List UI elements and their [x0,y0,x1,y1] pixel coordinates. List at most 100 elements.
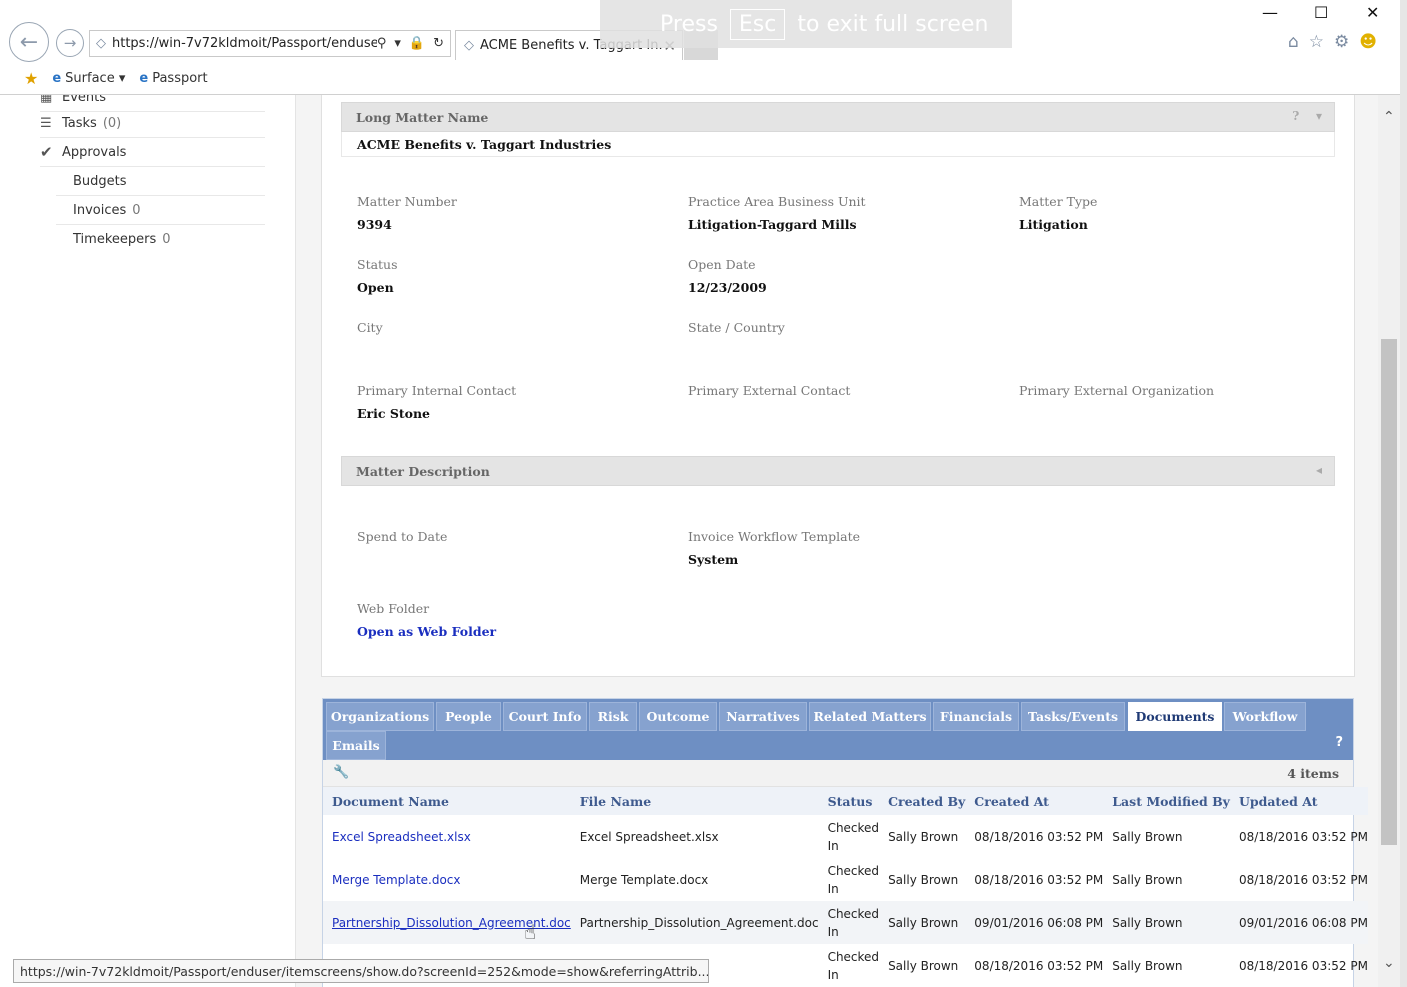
tab-outcome[interactable]: Outcome [639,702,717,731]
document-name-link[interactable]: Merge Template.docx [323,858,571,901]
expand-icon[interactable]: ◂ [1316,463,1322,477]
maximize-icon[interactable]: ☐ [1314,3,1328,22]
tab-organizations[interactable]: Organizations [326,702,434,731]
document-name-link[interactable]: Excel Spreadsheet.xlsx [323,815,571,858]
column-header-document-name[interactable]: Document Name [323,787,571,815]
field-status: Status Open [357,257,657,295]
column-header-created-by[interactable]: Created By [879,787,966,815]
hand-cursor-icon: ☝ [524,920,537,944]
tab-tasks-events[interactable]: Tasks/Events [1021,702,1125,731]
sidebar-item-tasks[interactable]: ☰ Tasks (0) [40,109,265,138]
field-label: Primary External Contact [688,383,851,398]
status-line: In [827,924,839,939]
field-value: Eric Stone [357,406,431,421]
column-header-file-name[interactable]: File Name [570,787,819,815]
fullscreen-press: Press [660,11,718,37]
tab-financials[interactable]: Financials [933,702,1019,731]
close-window-icon[interactable]: ✕ [1366,3,1379,22]
updated-at: 08/18/2016 03:52 PM [1238,958,1368,973]
sidebar-item-approvals[interactable]: ✔ Approvals [40,138,265,167]
tab-emails[interactable]: Emails [326,731,386,760]
dropdown-icon[interactable]: ▾ [394,36,401,51]
tab-workflow[interactable]: Workflow [1224,702,1306,731]
favorites-add-icon[interactable]: ★ [24,69,38,88]
open-web-folder-link[interactable]: Open as Web Folder [357,624,657,639]
wrench-icon[interactable]: 🔧 [333,765,349,780]
sidebar-item-label: Timekeepers [73,232,157,247]
sidebar-item-invoices[interactable]: Invoices 0 [56,196,265,225]
table-row[interactable]: Excel Spreadsheet.xlsx Excel Spreadsheet… [323,815,1368,858]
lock-icon[interactable]: 🔒 [409,36,425,51]
file-name: Merge Template.docx [579,872,709,887]
status-line: Checked [827,906,880,921]
tab-documents[interactable]: Documents [1128,702,1222,731]
search-icon[interactable]: ⚲ [377,36,387,51]
help-icon[interactable]: ? [1292,109,1299,123]
status-cell: Checked In [819,815,880,858]
ie-icon: e [139,70,149,86]
table-row[interactable]: Partnership_Dissolution_Agreement.doc Pa… [323,901,1368,944]
chevron-up-icon[interactable]: ⌃ [1383,109,1395,125]
favorite-passport[interactable]: e Passport [139,71,207,86]
status-line: In [827,967,839,982]
long-matter-name-value: ACME Benefits v. Taggart Industries [341,132,1335,157]
field-state-country: State / Country [688,320,988,335]
field-label: Primary Internal Contact [357,383,517,398]
created-by: Sally Brown [888,829,959,844]
favorites-bar: ★ e Surface ▾ e Passport [0,62,1407,94]
status-line: In [827,838,839,853]
status-cell: Checked In [819,944,880,987]
help-icon[interactable]: ? [1335,735,1343,750]
updated-at: 08/18/2016 03:52 PM [1238,829,1368,844]
related-tabs-panel: Organizations People Court Info Risk Out… [322,698,1368,987]
settings-gear-icon[interactable]: ⚙ [1334,32,1349,52]
created-at: 08/18/2016 03:52 PM [974,829,1104,844]
field-value: 9394 [357,217,392,232]
arrow-right-icon: → [63,34,77,52]
tab-narratives[interactable]: Narratives [719,702,807,731]
calendar-icon: ▦ [40,95,53,105]
field-value: System [688,552,739,567]
chevron-down-icon[interactable]: ⌄ [1383,955,1395,971]
file-name: Partnership_Dissolution_Agreement.doc [570,901,819,944]
address-bar[interactable]: ◇ https://win-7v72kldmoit/Passport/endus… [89,30,451,57]
page-scrollbar[interactable]: ⌃ ⌄ [1378,95,1400,987]
sidebar-item-timekeepers[interactable]: Timekeepers 0 [56,225,265,254]
favorite-surface[interactable]: e Surface ▾ [52,71,125,86]
sidebar-item-label: Events [62,95,107,105]
created-at: 08/18/2016 03:52 PM [974,872,1104,887]
last-modified-by: Sally Brown [1112,958,1183,973]
column-header-updated-at[interactable]: Updated At [1229,787,1368,815]
field-label: Spend to Date [357,529,448,544]
back-button[interactable]: ← [9,22,49,62]
tab-risk[interactable]: Risk [589,702,637,731]
status-line: Checked [827,820,880,835]
favorite-passport-label: Passport [152,70,208,86]
tab-court-info[interactable]: Court Info [503,702,587,731]
collapse-icon[interactable]: ▾ [1316,109,1322,123]
section-title: Matter Description [356,463,490,479]
minimize-icon[interactable]: — [1262,3,1278,22]
address-url[interactable]: https://win-7v72kldmoit/Passport/enduse [112,36,377,51]
refresh-icon[interactable]: ↻ [433,36,444,51]
column-header-created-at[interactable]: Created At [965,787,1104,815]
feedback-smiley-icon[interactable]: ☻ [1359,32,1377,52]
tab-related-matters[interactable]: Related Matters [809,702,931,731]
sidebar-item-budgets[interactable]: Budgets [56,167,265,196]
forward-button[interactable]: → [56,29,84,57]
column-header-status[interactable]: Status [818,787,880,815]
sidebar: ▦ Events ☰ Tasks (0) ✔ Approvals Budgets… [0,95,296,987]
column-header-last-modified-by[interactable]: Last Modified By [1103,787,1230,815]
table-row[interactable]: Merge Template.docx Merge Template.docx … [323,858,1368,901]
tab-people[interactable]: People [436,702,501,731]
scrollbar-thumb[interactable] [1381,339,1397,845]
long-matter-name-header[interactable]: Long Matter Name ? ▾ [341,102,1335,132]
field-open-date: Open Date 12/23/2009 [688,257,988,295]
favorites-star-icon[interactable]: ☆ [1309,32,1324,52]
status-url-tooltip: https://win-7v72kldmoit/Passport/enduser… [13,959,709,983]
matter-description-header[interactable]: Matter Description ◂ [341,456,1335,486]
field-label: Invoice Workflow Template [688,529,861,544]
home-icon[interactable]: ⌂ [1288,32,1299,52]
list-icon: ☰ [40,115,52,131]
field-value: Litigation-Taggard Mills [688,217,857,232]
